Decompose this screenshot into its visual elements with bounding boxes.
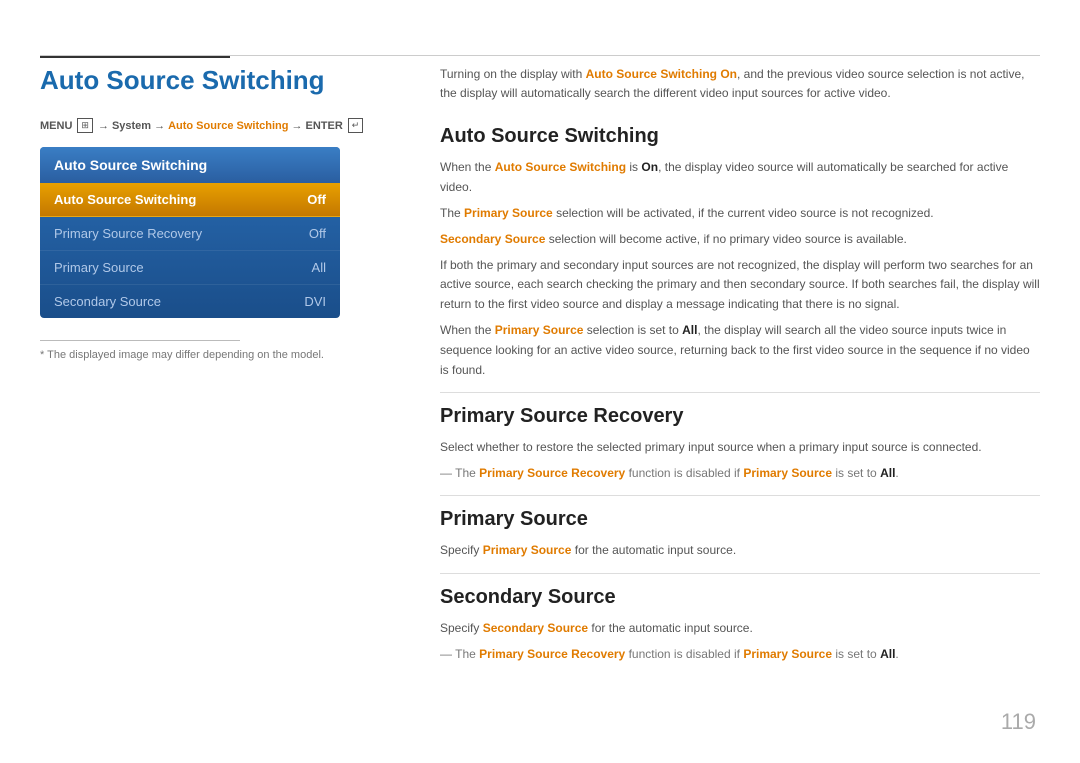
page-number: 119 bbox=[1001, 709, 1036, 735]
menu-item-value-recovery: Off bbox=[309, 226, 326, 241]
menu-box-title: Auto Source Switching bbox=[40, 147, 340, 183]
section-body-auto-2: The Primary Source selection will be act… bbox=[440, 204, 1040, 224]
menu-icon: ⊞ bbox=[77, 118, 93, 133]
section-title-recovery: Primary Source Recovery bbox=[440, 405, 1040, 428]
section-note-secondary: ― The Primary Source Recovery function i… bbox=[440, 645, 1040, 664]
section-divider-1 bbox=[440, 392, 1040, 393]
footnote: * The displayed image may differ dependi… bbox=[40, 349, 400, 361]
intro-bold-1: Auto Source Switching On bbox=[586, 67, 737, 81]
menu-item-primary-source[interactable]: Primary Source All bbox=[40, 251, 340, 285]
enter-icon: ↵ bbox=[348, 118, 364, 133]
section-body-secondary: Specify Secondary Source for the automat… bbox=[440, 619, 1040, 639]
section-divider-3 bbox=[440, 573, 1040, 574]
menu-box: Auto Source Switching Auto Source Switch… bbox=[40, 147, 340, 318]
intro-text: Turning on the display with Auto Source … bbox=[440, 65, 1040, 103]
top-border bbox=[40, 55, 1040, 56]
section-body-auto-3: Secondary Source selection will become a… bbox=[440, 230, 1040, 250]
menu-enter: ENTER bbox=[305, 120, 342, 132]
menu-item-value-secondary: DVI bbox=[304, 294, 326, 309]
page: Auto Source Switching MENU ⊞ → System → … bbox=[0, 0, 1080, 763]
right-column: Turning on the display with Auto Source … bbox=[440, 65, 1040, 670]
left-column: Auto Source Switching MENU ⊞ → System → … bbox=[40, 65, 400, 361]
menu-label: MENU bbox=[40, 120, 72, 132]
menu-item-value-auto: Off bbox=[307, 192, 326, 207]
section-title-primary: Primary Source bbox=[440, 508, 1040, 531]
section-body-auto-1: When the Auto Source Switching is On, th… bbox=[440, 158, 1040, 198]
menu-item-label-primary: Primary Source bbox=[54, 260, 144, 275]
page-title: Auto Source Switching bbox=[40, 65, 400, 96]
section-body-auto-4: If both the primary and secondary input … bbox=[440, 256, 1040, 315]
menu-item-label-recovery: Primary Source Recovery bbox=[54, 226, 202, 241]
menu-item-auto-source-switching[interactable]: Auto Source Switching Off bbox=[40, 183, 340, 217]
menu-system: System bbox=[112, 120, 151, 132]
menu-item-value-primary: All bbox=[312, 260, 326, 275]
menu-item-primary-recovery[interactable]: Primary Source Recovery Off bbox=[40, 217, 340, 251]
section-body-recovery-1: Select whether to restore the selected p… bbox=[440, 438, 1040, 458]
menu-path: MENU ⊞ → System → Auto Source Switching … bbox=[40, 118, 400, 133]
section-body-auto-5: When the Primary Source selection is set… bbox=[440, 321, 1040, 380]
footnote-divider bbox=[40, 340, 240, 341]
section-note-recovery: ― The Primary Source Recovery function i… bbox=[440, 464, 1040, 483]
menu-auto-source: Auto Source Switching bbox=[168, 120, 288, 132]
section-body-primary: Specify Primary Source for the automatic… bbox=[440, 541, 1040, 561]
section-title-auto: Auto Source Switching bbox=[440, 125, 1040, 148]
menu-item-label-auto: Auto Source Switching bbox=[54, 192, 196, 207]
menu-item-secondary-source[interactable]: Secondary Source DVI bbox=[40, 285, 340, 318]
section-divider-2 bbox=[440, 495, 1040, 496]
menu-item-label-secondary: Secondary Source bbox=[54, 294, 161, 309]
section-title-secondary: Secondary Source bbox=[440, 586, 1040, 609]
